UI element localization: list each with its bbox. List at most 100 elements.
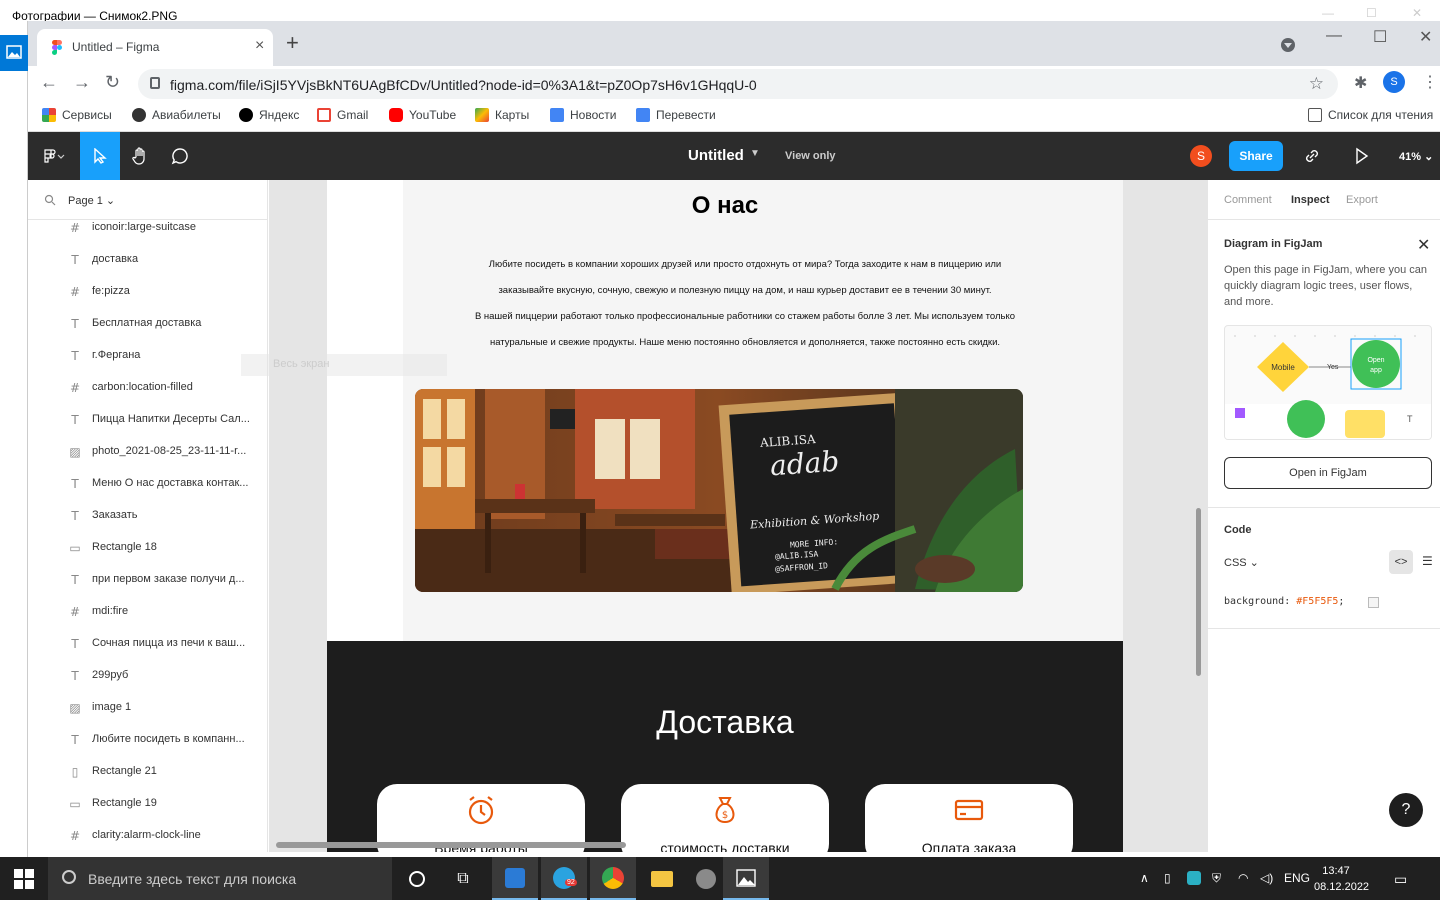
link-icon[interactable] [1303,147,1321,165]
forward-icon[interactable]: → [73,72,91,93]
bookmark-maps[interactable]: Карты [475,108,529,122]
wifi-icon[interactable]: ◠ [1238,871,1248,885]
lock-icon[interactable] [150,77,160,89]
photos-app-button[interactable] [0,35,28,71]
cortana-button[interactable] [394,857,440,900]
taskbar-search-input[interactable]: Введите здесь текст для поиска [48,857,392,900]
layer-row[interactable]: Tпри первом заказе получи д... [28,564,267,596]
tab-inspect[interactable]: Inspect [1291,194,1330,206]
about-frame[interactable]: О нас Любите посидеть в компании хороших… [327,180,1123,641]
layer-row[interactable]: # mdi:fire [28,596,267,628]
tab-export[interactable]: Export [1346,194,1378,206]
bookmark-news[interactable]: Новости [550,108,616,122]
chevron-down-icon[interactable]: ▼ [750,148,760,159]
hand-tool-button[interactable] [120,132,160,180]
layer-row[interactable]: ▭ Rectangle 18 [28,532,267,564]
delivery-card[interactable]: Оплата заказа [865,784,1073,852]
vscode-app[interactable] [492,857,538,900]
window-minimize-icon[interactable]: — [1326,27,1342,45]
extensions-icon[interactable]: ✱ [1354,73,1367,93]
vertical-scrollbar[interactable] [1196,508,1201,676]
taskbar-clock[interactable]: 13:47 08.12.2022 [1314,863,1369,895]
url-field[interactable]: figma.com/file/iSjI5YVjsBkNT6UAgBfCDv/Un… [138,69,1338,99]
minimize-icon[interactable]: — [1322,6,1334,20]
bookmark-avia[interactable]: Авиабилеты [132,108,221,122]
search-icon[interactable] [44,194,56,206]
browser-tab[interactable]: Untitled – Figma × [37,29,273,66]
layer-row[interactable]: T Бесплатная доставка [28,308,267,340]
close-icon[interactable]: ✕ [1417,235,1430,255]
tray-overflow-icon[interactable]: ∧ [1140,871,1149,885]
layer-row[interactable]: T Заказать [28,500,267,532]
reading-list[interactable]: Список для чтения [1308,108,1433,122]
url-text[interactable]: figma.com/file/iSjI5YVjsBkNT6UAgBfCDv/Un… [170,77,757,93]
bookmark-youtube[interactable]: YouTube [389,108,456,122]
usb-icon[interactable]: ▯ [1164,871,1171,885]
tab-search-icon[interactable] [1281,38,1295,52]
layer-row[interactable]: ▭ Rectangle 19 [28,788,267,820]
bookmark-star-icon[interactable]: ☆ [1309,74,1324,94]
window-close-icon[interactable]: ✕ [1419,27,1432,47]
delivery-card[interactable]: $ стоимость доставки [621,784,829,852]
move-tool-button[interactable] [80,132,120,180]
tab-comment[interactable]: Comment [1224,194,1272,206]
task-view-button[interactable]: ⧉ [440,857,486,900]
figma-menu-button[interactable] [34,132,74,180]
layer-row[interactable]: T Любите посидеть в компанн... [28,724,267,756]
back-icon[interactable]: ← [40,72,58,93]
layer-row[interactable]: Tдоставка [28,244,267,276]
code-view-button[interactable]: <> [1389,550,1413,574]
maximize-icon[interactable]: ☐ [1366,6,1377,20]
layer-row[interactable]: ▯ Rectangle 21 [28,756,267,788]
present-play-icon[interactable] [1354,147,1370,165]
notifications-icon[interactable]: ▭ [1394,871,1407,888]
zoom-level[interactable]: 41% ⌄ [1399,150,1433,163]
reload-icon[interactable]: ↻ [105,72,120,93]
layer-row[interactable]: Tг.Фергана [28,340,267,372]
layer-row[interactable]: # fe:pizza [28,276,267,308]
language-select[interactable]: CSS ⌄ [1224,556,1259,569]
window-maximize-icon[interactable]: ☐ [1373,27,1387,47]
bookmark-yandex[interactable]: Яндекс [239,108,299,122]
explorer-app[interactable] [639,857,685,900]
layer-row[interactable]: T Меню О нас доставка контак... [28,468,267,500]
page-name[interactable]: Page 1 ⌄ [68,194,115,207]
bookmark-label: Яндекс [259,108,300,122]
volume-icon[interactable]: ◁) [1260,871,1273,885]
delivery-frame[interactable]: Доставка Время работы $ стоимость достав… [327,641,1123,852]
list-view-icon[interactable]: ☰ [1422,554,1433,568]
security-icon[interactable]: ⛨ [1212,871,1221,886]
bookmark-gmail[interactable]: Gmail [317,108,368,122]
photos-app[interactable] [723,857,769,900]
code-line[interactable]: background: #F5F5F5; [1224,596,1344,607]
tab-close-icon[interactable]: × [255,37,264,55]
menu-kebab-icon[interactable]: ⋮ [1422,72,1438,92]
file-title[interactable]: Untitled [688,147,744,164]
help-button[interactable]: ? [1389,793,1423,827]
layer-row[interactable]: T Пицца Напитки Десерты Сал... [28,404,267,436]
telegram-app[interactable]: 92 [541,857,587,900]
language-indicator[interactable]: ENG [1284,871,1310,885]
bookmark-services[interactable]: Сервисы [42,108,112,122]
cafe-photo[interactable]: ALIB.ISA adab Exhibition & Workshop MORE… [415,389,1023,592]
figma-canvas[interactable]: О нас Любите посидеть в компании хороших… [269,180,1207,852]
layer-row[interactable]: # clarity:alarm-clock-line [28,820,267,852]
layer-row[interactable]: T 299руб [28,660,267,692]
close-icon[interactable]: ✕ [1412,6,1422,20]
layer-row[interactable]: ▨ image 1 [28,692,267,724]
layer-row[interactable]: # iconoir:large-suitcase [28,212,267,244]
tray-app-icon[interactable] [1187,871,1201,885]
open-in-figjam-button[interactable]: Open in FigJam [1224,457,1432,489]
horizontal-scrollbar[interactable] [276,842,626,848]
windows-start-icon[interactable] [14,869,34,889]
profile-avatar[interactable]: S [1383,71,1405,93]
bookmark-translate[interactable]: Перевести [636,108,716,122]
share-button[interactable]: Share [1229,141,1283,171]
user-avatar[interactable]: S [1190,145,1212,167]
layer-row[interactable]: ▨ photo_2021-08-25_23-11-11-r... [28,436,267,468]
layer-row[interactable]: # carbon:location-filled [28,372,267,404]
layer-row[interactable]: T Сочная пицца из печи к ваш... [28,628,267,660]
comment-tool-button[interactable] [160,132,200,180]
chrome-app[interactable] [590,857,636,900]
new-tab-icon[interactable]: + [286,32,299,54]
